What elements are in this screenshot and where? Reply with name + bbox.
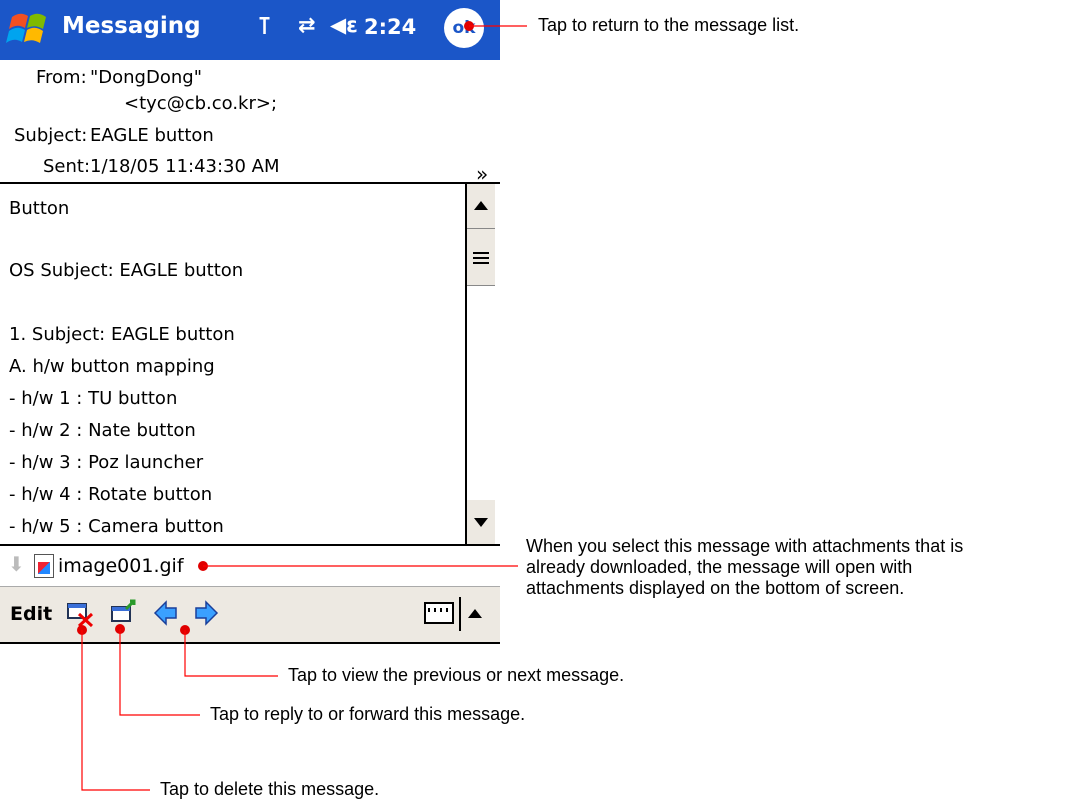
scroll-up-button[interactable] xyxy=(467,184,495,228)
callout-reply: Tap to reply to or forward this message. xyxy=(210,704,526,724)
callout-delete: Tap to delete this message. xyxy=(160,779,380,799)
body-line: Button xyxy=(9,198,70,219)
windows-start-icon[interactable] xyxy=(6,7,54,53)
sent-label: Sent: xyxy=(43,156,91,177)
from-label: From: xyxy=(36,67,87,88)
callout-attachment: When you select this message with attach… xyxy=(526,536,964,598)
body-line: - h/w 1 : TU button xyxy=(9,388,178,409)
body-line: - h/w 5 : Camera button xyxy=(9,516,224,537)
body-line: - h/w 4 : Rotate button xyxy=(9,484,213,505)
attachment-name[interactable]: image001.gif xyxy=(58,555,184,577)
edit-menu[interactable]: Edit xyxy=(10,603,52,625)
clock[interactable]: 2:24 xyxy=(364,15,416,39)
from-name: "DongDong" xyxy=(90,67,202,88)
reply-forward-icon[interactable] xyxy=(110,599,138,627)
arrow-up-icon xyxy=(474,201,488,210)
body-line: - h/w 2 : Nate button xyxy=(9,420,196,441)
keyboard-icon[interactable] xyxy=(424,602,454,624)
callout-navigate: Tap to view the previous or next message… xyxy=(288,665,625,685)
body-line: OS Subject: EAGLE button xyxy=(9,260,244,281)
menu-separator xyxy=(459,597,461,631)
connectivity-icon[interactable]: ⇄ xyxy=(298,13,316,37)
from-email: <tyc@cb.co.kr>; xyxy=(124,93,278,114)
arrow-down-icon xyxy=(474,518,488,527)
message-header: From: "DongDong" <tyc@cb.co.kr>; Subject… xyxy=(0,60,500,186)
ok-button[interactable]: ok xyxy=(444,8,484,48)
callout-ok: Tap to return to the message list. xyxy=(538,15,800,35)
input-panel-arrow-icon[interactable] xyxy=(468,609,482,618)
body-line: 1. Subject: EAGLE button xyxy=(9,324,235,345)
previous-arrow-icon[interactable] xyxy=(152,599,180,627)
delete-message-icon[interactable] xyxy=(66,599,94,627)
subject-label: Subject: xyxy=(14,125,88,146)
device-screen: Messaging ⊺ ⇄ ◀ε 2:24 ok From: "DongDong… xyxy=(0,0,500,645)
next-arrow-icon[interactable] xyxy=(192,599,220,627)
image-file-icon[interactable] xyxy=(34,554,54,578)
vertical-scrollbar[interactable] xyxy=(465,184,495,544)
scroll-thumb[interactable] xyxy=(467,228,495,286)
message-body[interactable]: Button OS Subject: EAGLE button 1. Subje… xyxy=(0,184,465,544)
attachment-bar: ⬇ image001.gif xyxy=(0,544,500,586)
download-arrow-icon: ⬇ xyxy=(8,552,25,576)
body-line: - h/w 3 : Poz launcher xyxy=(9,452,204,473)
title-bar: Messaging ⊺ ⇄ ◀ε 2:24 ok xyxy=(0,0,500,60)
subject-value: EAGLE button xyxy=(90,125,214,146)
app-title[interactable]: Messaging xyxy=(62,13,201,39)
body-line: A. h/w button mapping xyxy=(9,356,215,377)
scroll-down-button[interactable] xyxy=(467,500,495,544)
menu-bar: Edit xyxy=(0,586,500,644)
sent-value: 1/18/05 11:43:30 AM xyxy=(90,156,280,177)
antenna-icon[interactable]: ⊺ xyxy=(258,12,271,40)
speaker-icon[interactable]: ◀ε xyxy=(330,13,358,37)
